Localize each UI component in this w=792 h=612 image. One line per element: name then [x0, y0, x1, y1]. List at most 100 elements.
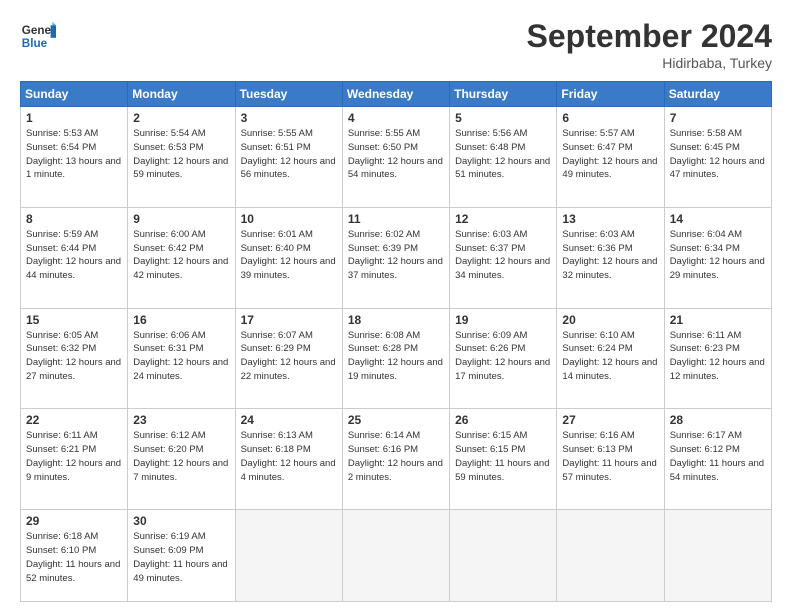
sunrise-label: Sunrise: 5:58 AM	[670, 128, 742, 139]
daylight-label: Daylight: 11 hours and 59 minutes.	[455, 458, 549, 483]
sunset-label: Sunset: 6:53 PM	[133, 142, 203, 153]
day-info: Sunrise: 5:53 AM Sunset: 6:54 PM Dayligh…	[26, 127, 122, 182]
day-number: 15	[26, 313, 122, 327]
day-number: 12	[455, 212, 551, 226]
sunset-label: Sunset: 6:45 PM	[670, 142, 740, 153]
daylight-label: Daylight: 12 hours and 42 minutes.	[133, 256, 228, 281]
day-info: Sunrise: 6:11 AM Sunset: 6:23 PM Dayligh…	[670, 329, 766, 384]
location: Hidirbaba, Turkey	[527, 55, 772, 71]
sunrise-label: Sunrise: 6:03 AM	[455, 229, 527, 240]
daylight-label: Daylight: 12 hours and 4 minutes.	[241, 458, 336, 483]
col-sunday: Sunday	[21, 82, 128, 107]
daylight-label: Daylight: 12 hours and 7 minutes.	[133, 458, 228, 483]
title-section: September 2024 Hidirbaba, Turkey	[527, 18, 772, 71]
sunset-label: Sunset: 6:34 PM	[670, 243, 740, 254]
month-title: September 2024	[527, 18, 772, 55]
table-row: 10 Sunrise: 6:01 AM Sunset: 6:40 PM Dayl…	[235, 207, 342, 308]
calendar-table: Sunday Monday Tuesday Wednesday Thursday…	[20, 81, 772, 602]
table-row: 21 Sunrise: 6:11 AM Sunset: 6:23 PM Dayl…	[664, 308, 771, 409]
sunrise-label: Sunrise: 6:14 AM	[348, 430, 420, 441]
day-info: Sunrise: 6:08 AM Sunset: 6:28 PM Dayligh…	[348, 329, 444, 384]
day-number: 10	[241, 212, 337, 226]
daylight-label: Daylight: 12 hours and 29 minutes.	[670, 256, 765, 281]
col-friday: Friday	[557, 82, 664, 107]
day-number: 29	[26, 514, 122, 528]
table-row: 29 Sunrise: 6:18 AM Sunset: 6:10 PM Dayl…	[21, 510, 128, 602]
col-saturday: Saturday	[664, 82, 771, 107]
day-number: 27	[562, 413, 658, 427]
table-row: 14 Sunrise: 6:04 AM Sunset: 6:34 PM Dayl…	[664, 207, 771, 308]
table-row: 15 Sunrise: 6:05 AM Sunset: 6:32 PM Dayl…	[21, 308, 128, 409]
table-row: 1 Sunrise: 5:53 AM Sunset: 6:54 PM Dayli…	[21, 107, 128, 208]
sunset-label: Sunset: 6:50 PM	[348, 142, 418, 153]
daylight-label: Daylight: 12 hours and 17 minutes.	[455, 357, 550, 382]
daylight-label: Daylight: 12 hours and 39 minutes.	[241, 256, 336, 281]
sunset-label: Sunset: 6:15 PM	[455, 444, 525, 455]
day-info: Sunrise: 6:06 AM Sunset: 6:31 PM Dayligh…	[133, 329, 229, 384]
sunrise-label: Sunrise: 6:07 AM	[241, 330, 313, 341]
table-row: 5 Sunrise: 5:56 AM Sunset: 6:48 PM Dayli…	[450, 107, 557, 208]
header: General Blue September 2024 Hidirbaba, T…	[20, 18, 772, 71]
daylight-label: Daylight: 12 hours and 56 minutes.	[241, 156, 336, 181]
table-row: 11 Sunrise: 6:02 AM Sunset: 6:39 PM Dayl…	[342, 207, 449, 308]
sunrise-label: Sunrise: 6:06 AM	[133, 330, 205, 341]
table-row: 2 Sunrise: 5:54 AM Sunset: 6:53 PM Dayli…	[128, 107, 235, 208]
calendar-week-row: 22 Sunrise: 6:11 AM Sunset: 6:21 PM Dayl…	[21, 409, 772, 510]
daylight-label: Daylight: 12 hours and 51 minutes.	[455, 156, 550, 181]
sunrise-label: Sunrise: 6:19 AM	[133, 531, 205, 542]
table-row: 13 Sunrise: 6:03 AM Sunset: 6:36 PM Dayl…	[557, 207, 664, 308]
sunrise-label: Sunrise: 5:56 AM	[455, 128, 527, 139]
col-monday: Monday	[128, 82, 235, 107]
day-number: 13	[562, 212, 658, 226]
sunset-label: Sunset: 6:44 PM	[26, 243, 96, 254]
daylight-label: Daylight: 12 hours and 34 minutes.	[455, 256, 550, 281]
sunset-label: Sunset: 6:26 PM	[455, 343, 525, 354]
sunset-label: Sunset: 6:36 PM	[562, 243, 632, 254]
col-thursday: Thursday	[450, 82, 557, 107]
calendar-week-row: 1 Sunrise: 5:53 AM Sunset: 6:54 PM Dayli…	[21, 107, 772, 208]
sunset-label: Sunset: 6:24 PM	[562, 343, 632, 354]
day-info: Sunrise: 6:01 AM Sunset: 6:40 PM Dayligh…	[241, 228, 337, 283]
sunset-label: Sunset: 6:20 PM	[133, 444, 203, 455]
day-number: 8	[26, 212, 122, 226]
daylight-label: Daylight: 12 hours and 59 minutes.	[133, 156, 228, 181]
sunset-label: Sunset: 6:13 PM	[562, 444, 632, 455]
sunrise-label: Sunrise: 5:55 AM	[241, 128, 313, 139]
table-row	[342, 510, 449, 602]
table-row: 20 Sunrise: 6:10 AM Sunset: 6:24 PM Dayl…	[557, 308, 664, 409]
day-number: 9	[133, 212, 229, 226]
table-row: 4 Sunrise: 5:55 AM Sunset: 6:50 PM Dayli…	[342, 107, 449, 208]
sunrise-label: Sunrise: 6:05 AM	[26, 330, 98, 341]
sunrise-label: Sunrise: 6:08 AM	[348, 330, 420, 341]
table-row	[664, 510, 771, 602]
sunrise-label: Sunrise: 6:04 AM	[670, 229, 742, 240]
sunset-label: Sunset: 6:54 PM	[26, 142, 96, 153]
day-number: 23	[133, 413, 229, 427]
table-row	[450, 510, 557, 602]
daylight-label: Daylight: 12 hours and 24 minutes.	[133, 357, 228, 382]
sunset-label: Sunset: 6:37 PM	[455, 243, 525, 254]
sunset-label: Sunset: 6:47 PM	[562, 142, 632, 153]
day-number: 22	[26, 413, 122, 427]
day-info: Sunrise: 6:05 AM Sunset: 6:32 PM Dayligh…	[26, 329, 122, 384]
day-number: 6	[562, 111, 658, 125]
day-number: 16	[133, 313, 229, 327]
logo: General Blue	[20, 18, 56, 54]
sunrise-label: Sunrise: 6:12 AM	[133, 430, 205, 441]
sunset-label: Sunset: 6:29 PM	[241, 343, 311, 354]
daylight-label: Daylight: 12 hours and 12 minutes.	[670, 357, 765, 382]
day-info: Sunrise: 5:55 AM Sunset: 6:50 PM Dayligh…	[348, 127, 444, 182]
daylight-label: Daylight: 12 hours and 37 minutes.	[348, 256, 443, 281]
day-info: Sunrise: 6:17 AM Sunset: 6:12 PM Dayligh…	[670, 429, 766, 484]
day-number: 1	[26, 111, 122, 125]
sunset-label: Sunset: 6:42 PM	[133, 243, 203, 254]
day-number: 5	[455, 111, 551, 125]
table-row: 27 Sunrise: 6:16 AM Sunset: 6:13 PM Dayl…	[557, 409, 664, 510]
sunrise-label: Sunrise: 6:16 AM	[562, 430, 634, 441]
sunset-label: Sunset: 6:23 PM	[670, 343, 740, 354]
sunrise-label: Sunrise: 6:11 AM	[670, 330, 742, 341]
day-number: 19	[455, 313, 551, 327]
daylight-label: Daylight: 12 hours and 2 minutes.	[348, 458, 443, 483]
day-number: 4	[348, 111, 444, 125]
day-info: Sunrise: 6:11 AM Sunset: 6:21 PM Dayligh…	[26, 429, 122, 484]
